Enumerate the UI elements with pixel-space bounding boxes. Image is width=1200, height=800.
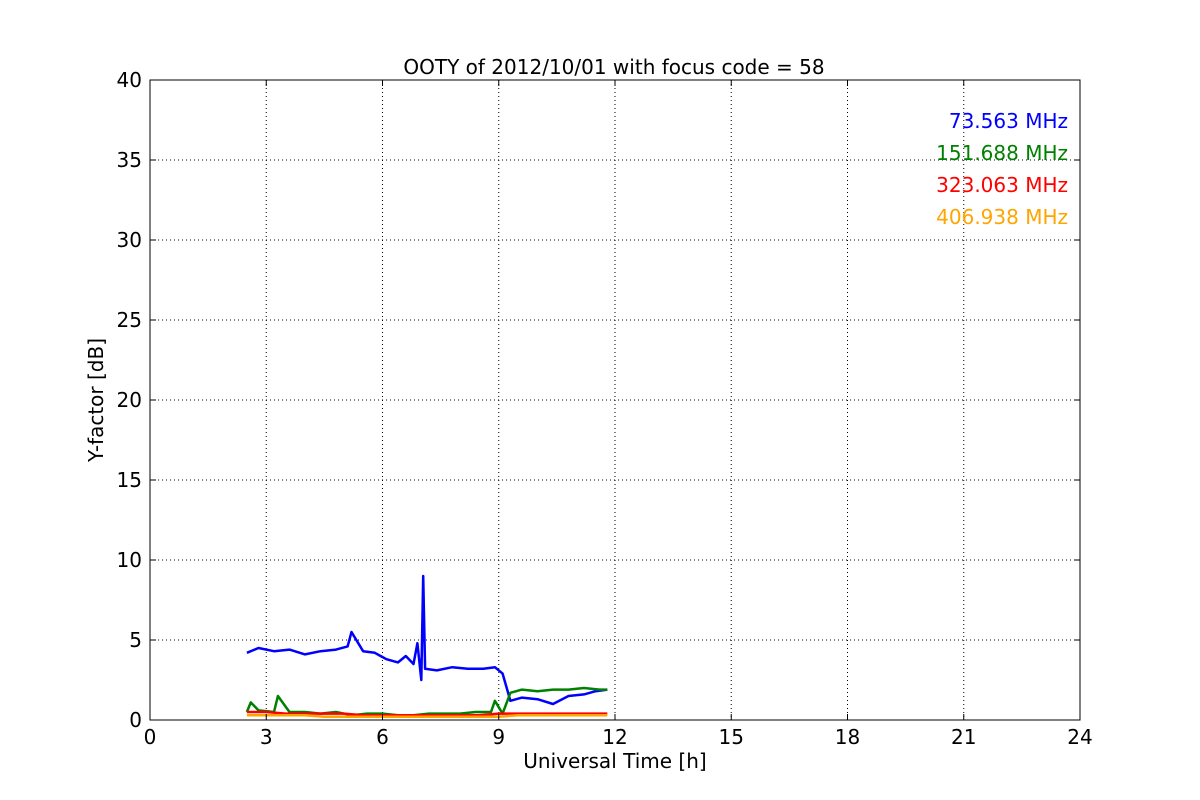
legend-entry: 73.563 MHz xyxy=(949,109,1068,133)
series-line-73-563-mhz xyxy=(246,574,608,706)
x-tick-label: 9 xyxy=(492,725,505,749)
x-tick-label: 6 xyxy=(376,725,389,749)
y-tick-label: 10 xyxy=(117,548,142,572)
y-tick-label: 35 xyxy=(117,148,142,172)
y-tick-label: 0 xyxy=(129,708,142,732)
x-tick-label: 0 xyxy=(144,725,157,749)
x-axis-label: Universal Time [h] xyxy=(523,749,706,773)
chart-title: OOTY of 2012/10/01 with focus code = 58 xyxy=(403,55,824,79)
legend: 73.563 MHz 151.688 MHz 323.063 MHz 406.938 … xyxy=(936,109,1068,229)
legend-entry: 151.688 MHz xyxy=(936,141,1068,165)
x-tick-label: 18 xyxy=(835,725,860,749)
x-tick-label: 21 xyxy=(951,725,976,749)
axis-ticks: 0 3 6 9 12 15 18 21 24 0 5 10 15 20 25 30 35 40 xyxy=(117,68,1093,749)
x-tick-label: 24 xyxy=(1067,725,1092,749)
y-tick-label: 5 xyxy=(129,628,142,652)
chart: OOTY of 2012/10/01 with focus code = 58 … xyxy=(84,55,1093,773)
y-tick-label: 30 xyxy=(117,228,142,252)
x-tick-label: 3 xyxy=(260,725,273,749)
legend-entry: 323.063 MHz xyxy=(936,173,1068,197)
x-tick-label: 15 xyxy=(719,725,744,749)
y-tick-label: 25 xyxy=(117,308,142,332)
x-tick-label: 12 xyxy=(602,725,627,749)
legend-entry: 406.938 MHz xyxy=(936,205,1068,229)
y-tick-label: 20 xyxy=(117,388,142,412)
y-tick-label: 15 xyxy=(117,468,142,492)
y-tick-label: 40 xyxy=(117,68,142,92)
series-lines xyxy=(245,574,608,719)
series-line-151-688-mhz xyxy=(245,686,608,717)
y-axis-label: Y-factor [dB] xyxy=(84,338,108,463)
